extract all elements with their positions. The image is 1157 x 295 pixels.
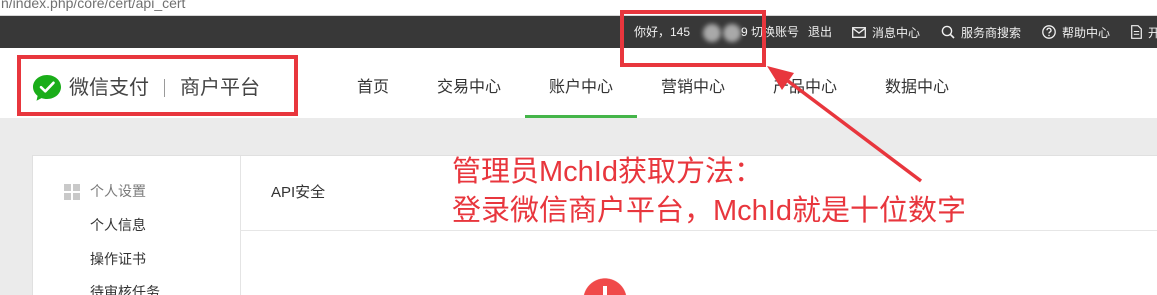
nav-active-indicator: [525, 115, 637, 118]
search-icon: [941, 25, 955, 39]
page-title: API安全: [271, 184, 326, 201]
sidebar-group-personal-settings: 个人设置: [90, 183, 146, 199]
document-icon: [1131, 25, 1142, 39]
documents-label: 开: [1148, 25, 1157, 40]
browser-url-text: n/index.php/core/cert/api_cert: [1, 0, 186, 11]
help-circle-icon: [1042, 25, 1056, 39]
documents-link[interactable]: 开: [1131, 16, 1157, 48]
add-button[interactable]: [583, 278, 627, 295]
help-center-link[interactable]: 帮助中心: [1042, 16, 1110, 48]
envelope-icon: [852, 26, 866, 38]
grid-icon: [64, 184, 80, 200]
annotation-line-1: 管理员MchId获取方法：: [452, 156, 763, 188]
plus-icon: [603, 286, 607, 295]
sidebar-item-pending-review[interactable]: 待审核任务: [90, 283, 160, 295]
provider-search-label: 服务商搜索: [961, 25, 1022, 40]
message-center-label: 消息中心: [872, 25, 921, 40]
nav-item-account[interactable]: 账户中心: [549, 78, 613, 98]
top-bar: 你好，145 9 切换账号 退出 消息中心 服务商搜索 帮助中心 开: [0, 16, 1157, 48]
annotation-line-2: 登录微信商户平台，MchId就是十位数字: [452, 195, 966, 227]
message-center-link[interactable]: 消息中心: [852, 16, 920, 48]
help-center-label: 帮助中心: [1062, 25, 1111, 40]
sidebar-item-personal-info[interactable]: 个人信息: [90, 216, 146, 234]
nav-item-marketing[interactable]: 营销中心: [661, 78, 725, 98]
content-divider: [240, 230, 1157, 231]
nav-item-home[interactable]: 首页: [357, 78, 389, 98]
annotation-box-logo: [17, 55, 298, 116]
provider-search-link[interactable]: 服务商搜索: [941, 16, 1021, 48]
nav-item-products[interactable]: 产品中心: [773, 78, 837, 98]
nav-item-data[interactable]: 数据中心: [885, 78, 949, 98]
browser-url-strip[interactable]: n/index.php/core/cert/api_cert: [0, 0, 1157, 16]
annotation-box-account: [620, 10, 766, 67]
sidebar: 个人设置 个人信息 操作证书 待审核任务: [33, 156, 241, 295]
logout-link[interactable]: 退出: [808, 16, 832, 48]
nav-item-transactions[interactable]: 交易中心: [437, 78, 501, 98]
sidebar-item-operation-certificate[interactable]: 操作证书: [90, 250, 146, 268]
